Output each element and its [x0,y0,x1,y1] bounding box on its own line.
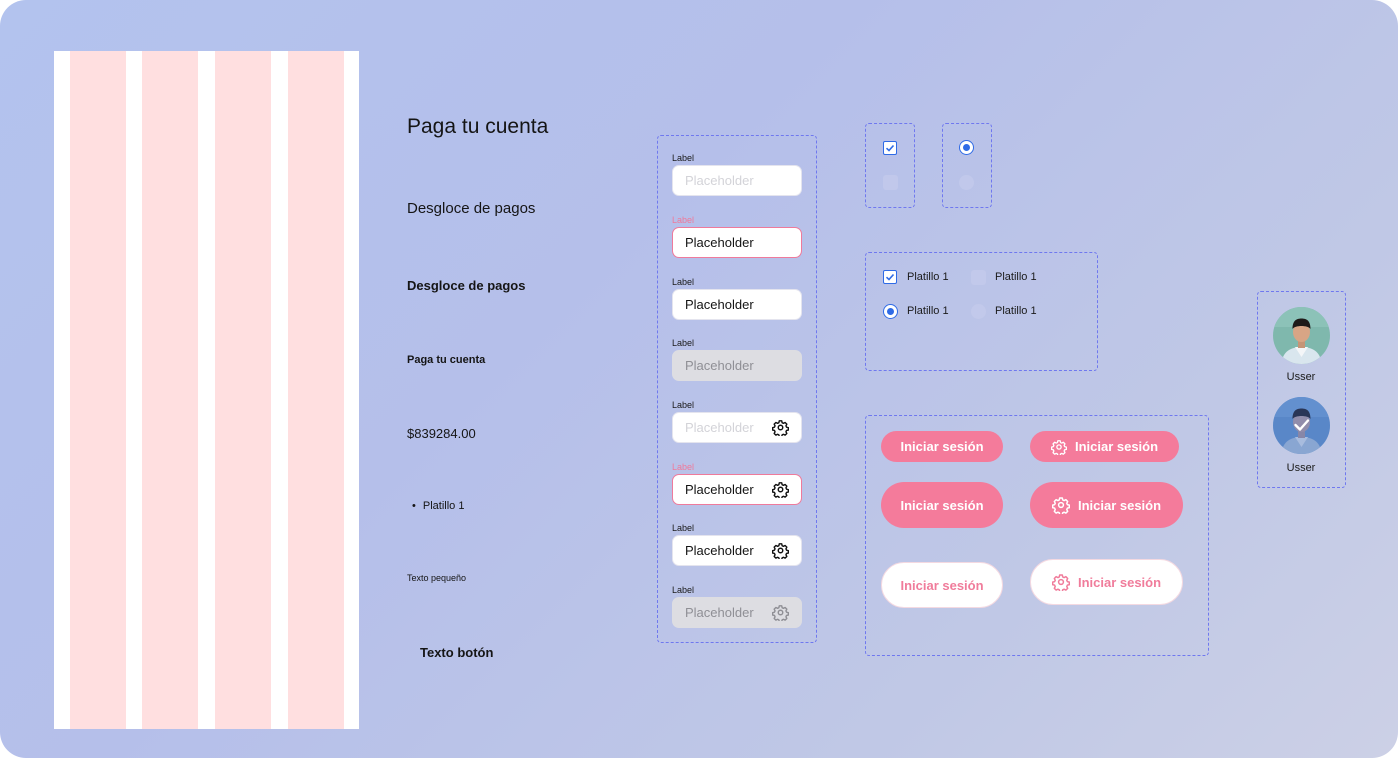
option-checkbox-checked[interactable] [883,270,897,284]
input-value: Placeholder [685,358,754,373]
grid-column [288,51,344,729]
grid-column [70,51,126,729]
bullet-item-text: Platillo 1 [422,500,465,512]
login-button-large[interactable]: Iniciar sesión [881,482,1003,528]
input-placeholder: Placeholder [685,173,754,188]
heading-1-sample: Paga tu cuenta [407,115,549,138]
text-input[interactable]: Placeholder [672,474,802,505]
gear-icon [1051,573,1070,591]
input-fields-frame [657,135,817,643]
input-field-icon-disabled: Label Placeholder [672,584,802,628]
input-field-icon-placeholder: Label Placeholder [672,399,802,443]
grid-columns-preview [54,51,359,729]
grid-column [142,51,198,729]
text-input-disabled: Placeholder [672,350,802,381]
input-placeholder: Placeholder [685,420,754,435]
login-button-small-icon[interactable]: Iniciar sesión [1030,431,1179,462]
option-label: Platillo 1 [907,305,949,317]
gear-icon[interactable] [772,542,789,559]
avatar-name: Usser [1286,371,1316,383]
text-input-disabled: Placeholder [672,597,802,628]
gear-icon [1051,496,1070,514]
check-icon [885,144,895,152]
button-label: Iniciar sesión [1074,439,1159,454]
checkbox-component-frame [865,123,915,208]
login-button-small[interactable]: Iniciar sesión [881,431,1003,462]
field-label: Label [672,585,695,595]
heading-2-sample: Desgloce de pagos [407,200,536,217]
radio-unselected[interactable] [959,175,974,190]
field-label: Label [672,153,695,163]
grid-column [215,51,271,729]
option-label: Platillo 1 [907,271,949,283]
input-value: Placeholder [685,543,754,558]
checkbox-checked[interactable] [883,141,897,155]
button-label: Iniciar sesión [1077,574,1162,590]
bullet-icon: • [412,500,416,512]
input-field-icon-error: Label Placeholder [672,461,802,505]
input-field-filled: Label Placeholder [672,276,802,320]
option-label: Platillo 1 [995,305,1037,317]
gear-icon [1050,439,1067,455]
check-icon [885,273,895,281]
checkbox-unchecked[interactable] [883,175,898,190]
login-button-outline[interactable]: Iniciar sesión [881,562,1003,608]
input-field-icon-filled: Label Placeholder [672,522,802,566]
button-label: Iniciar sesión [900,439,984,454]
user-avatar-selected[interactable] [1273,397,1330,454]
text-input[interactable]: Placeholder [672,535,802,566]
small-text-sample: Texto pequeño [407,573,467,583]
input-value: Placeholder [685,605,754,620]
text-input[interactable]: Placeholder [672,412,802,443]
input-value: Placeholder [685,235,754,250]
button-text-sample: Texto botón [420,645,494,660]
style-guide-canvas: Paga tu cuenta Desgloce de pagos Desgloc… [0,0,1398,758]
heading-3-sample: Desgloce de pagos [407,278,526,293]
button-label: Iniciar sesión [900,497,984,513]
text-input[interactable]: Placeholder [672,165,802,196]
field-label: Label [672,523,695,533]
login-button-outline-icon[interactable]: Iniciar sesión [1030,559,1183,605]
avatar-name: Usser [1286,462,1316,474]
option-radio-unselected[interactable] [971,304,986,319]
bullet-list-item: • Platillo 1 [407,500,464,512]
text-input[interactable]: Placeholder [672,227,802,258]
field-label: Label [672,277,695,287]
button-label: Iniciar sesión [900,577,984,593]
price-sample: $839284.00 [407,426,476,441]
option-label: Platillo 1 [995,271,1037,283]
input-value: Placeholder [685,297,754,312]
login-button-large-icon[interactable]: Iniciar sesión [1030,482,1183,528]
gear-icon[interactable] [772,419,789,436]
option-radio-selected[interactable] [883,304,898,319]
option-checkbox-unchecked[interactable] [971,270,986,285]
user-avatar[interactable] [1273,307,1330,364]
field-label: Label [672,462,695,472]
field-label: Label [672,338,695,348]
radio-component-frame [942,123,992,208]
gear-icon[interactable] [772,481,789,498]
input-field-disabled: Label Placeholder [672,337,802,381]
text-input[interactable]: Placeholder [672,289,802,320]
field-label: Label [672,215,695,225]
gear-icon [772,604,789,621]
radio-selected[interactable] [959,140,974,155]
input-field-error: Label Placeholder [672,214,802,258]
input-field-placeholder: Label Placeholder [672,152,802,196]
field-label: Label [672,400,695,410]
input-value: Placeholder [685,482,754,497]
button-label: Iniciar sesión [1077,497,1162,513]
heading-4-sample: Paga tu cuenta [407,354,486,366]
